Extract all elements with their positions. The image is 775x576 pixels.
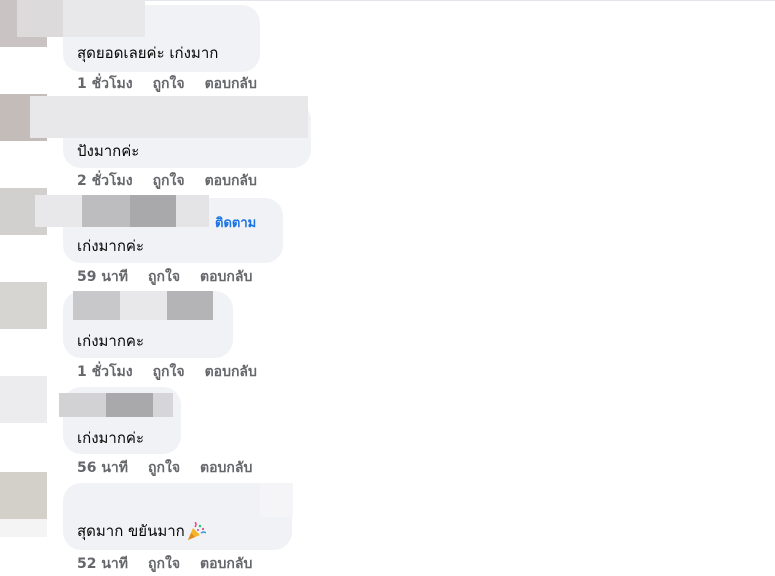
comment-actions: 52 นาที ถูกใจ ตอบกลับ xyxy=(77,554,252,574)
comment-text: เก่งมากคะ xyxy=(77,332,145,350)
avatar[interactable] xyxy=(0,376,47,423)
blurred-name xyxy=(63,0,145,37)
comment-text: เก่งมากค่ะ xyxy=(77,429,145,447)
blurred-name xyxy=(153,393,173,417)
blurred-name xyxy=(35,195,82,227)
avatar[interactable] xyxy=(0,472,47,519)
comment-timestamp[interactable]: 59 นาที xyxy=(77,266,128,288)
reply-button[interactable]: ตอบกลับ xyxy=(205,361,257,383)
comment-item: เก่งมากคะ 1 ชั่วโมง ถูกใจ ตอบกลับ xyxy=(0,282,775,384)
like-button[interactable]: ถูกใจ xyxy=(148,266,180,288)
comment-bubble: สุดมาก ขยันมาก xyxy=(63,483,293,550)
blurred-name xyxy=(17,0,63,37)
comment-bubble: เก่งมากค่ะ xyxy=(59,387,181,454)
blurred-name xyxy=(106,393,153,417)
blurred-name xyxy=(59,393,106,417)
comment-text: ปังมากค่ะ xyxy=(77,142,140,160)
blurred-name xyxy=(30,96,308,138)
comment-bubble: ปังมากค่ะ xyxy=(30,96,311,168)
comment-actions: 1 ชั่วโมง ถูกใจ ตอบกลับ xyxy=(77,74,257,94)
comment-timestamp[interactable]: 1 ชั่วโมง xyxy=(77,361,133,383)
comment-timestamp[interactable]: 52 นาที xyxy=(77,553,128,575)
comment-actions: 59 นาที ถูกใจ ตอบกลับ xyxy=(77,267,252,287)
comment-item: ปังมากค่ะ 2 ชั่วโมง ถูกใจ ตอบกลับ xyxy=(0,94,775,192)
reply-button[interactable]: ตอบกลับ xyxy=(205,73,257,95)
party-popper-icon xyxy=(187,521,206,540)
avatar[interactable] xyxy=(0,282,47,329)
like-button[interactable]: ถูกใจ xyxy=(148,457,180,479)
like-button[interactable]: ถูกใจ xyxy=(153,170,185,192)
comment-text: สุดมาก ขยันมาก xyxy=(77,519,206,543)
comment-item: สุดมาก ขยันมาก 52 นาที ถูกใจ ตอบกลับ xyxy=(0,472,775,576)
like-button[interactable]: ถูกใจ xyxy=(153,73,185,95)
like-button[interactable]: ถูกใจ xyxy=(153,361,185,383)
comment-timestamp[interactable]: 1 ชั่วโมง xyxy=(77,73,133,95)
comment-text: สุดยอดเลยค่ะ เก่งมาก xyxy=(77,44,219,62)
comment-actions: 56 นาที ถูกใจ ตอบกลับ xyxy=(77,458,252,478)
blurred-name xyxy=(260,483,293,517)
blurred-name xyxy=(82,195,130,227)
blurred-name xyxy=(0,519,47,537)
comment-bubble: สุดยอดเลยค่ะ เก่งมาก xyxy=(17,0,260,72)
like-button[interactable]: ถูกใจ xyxy=(148,553,180,575)
comment-timestamp[interactable]: 56 นาที xyxy=(77,457,128,479)
comment-bubble: ติดตาม เก่งมากค่ะ xyxy=(35,195,283,263)
reply-button[interactable]: ตอบกลับ xyxy=(200,266,252,288)
blurred-name xyxy=(73,291,120,320)
reply-button[interactable]: ตอบกลับ xyxy=(205,170,257,192)
blurred-name xyxy=(167,291,213,320)
blurred-name xyxy=(176,195,209,227)
blurred-name xyxy=(130,195,176,227)
comment-timestamp[interactable]: 2 ชั่วโมง xyxy=(77,170,133,192)
blurred-name xyxy=(120,291,167,320)
comment-actions: 1 ชั่วโมง ถูกใจ ตอบกลับ xyxy=(77,362,257,382)
comment-thread: สุดยอดเลยค่ะ เก่งมาก 1 ชั่วโมง ถูกใจ ตอบ… xyxy=(0,0,775,576)
comment-bubble: เก่งมากคะ xyxy=(63,291,233,358)
comment-item: เก่งมากค่ะ 56 นาที ถูกใจ ตอบกลับ xyxy=(0,376,775,480)
comment-item: สุดยอดเลยค่ะ เก่งมาก 1 ชั่วโมง ถูกใจ ตอบ… xyxy=(0,0,775,96)
follow-link[interactable]: ติดตาม xyxy=(215,212,256,233)
comment-actions: 2 ชั่วโมง ถูกใจ ตอบกลับ xyxy=(77,171,257,191)
reply-button[interactable]: ตอบกลับ xyxy=(200,457,252,479)
comment-text: เก่งมากค่ะ xyxy=(77,237,145,255)
comment-item: ติดตาม เก่งมากค่ะ 59 นาที ถูกใจ ตอบกลับ xyxy=(0,188,775,288)
reply-button[interactable]: ตอบกลับ xyxy=(200,553,252,575)
